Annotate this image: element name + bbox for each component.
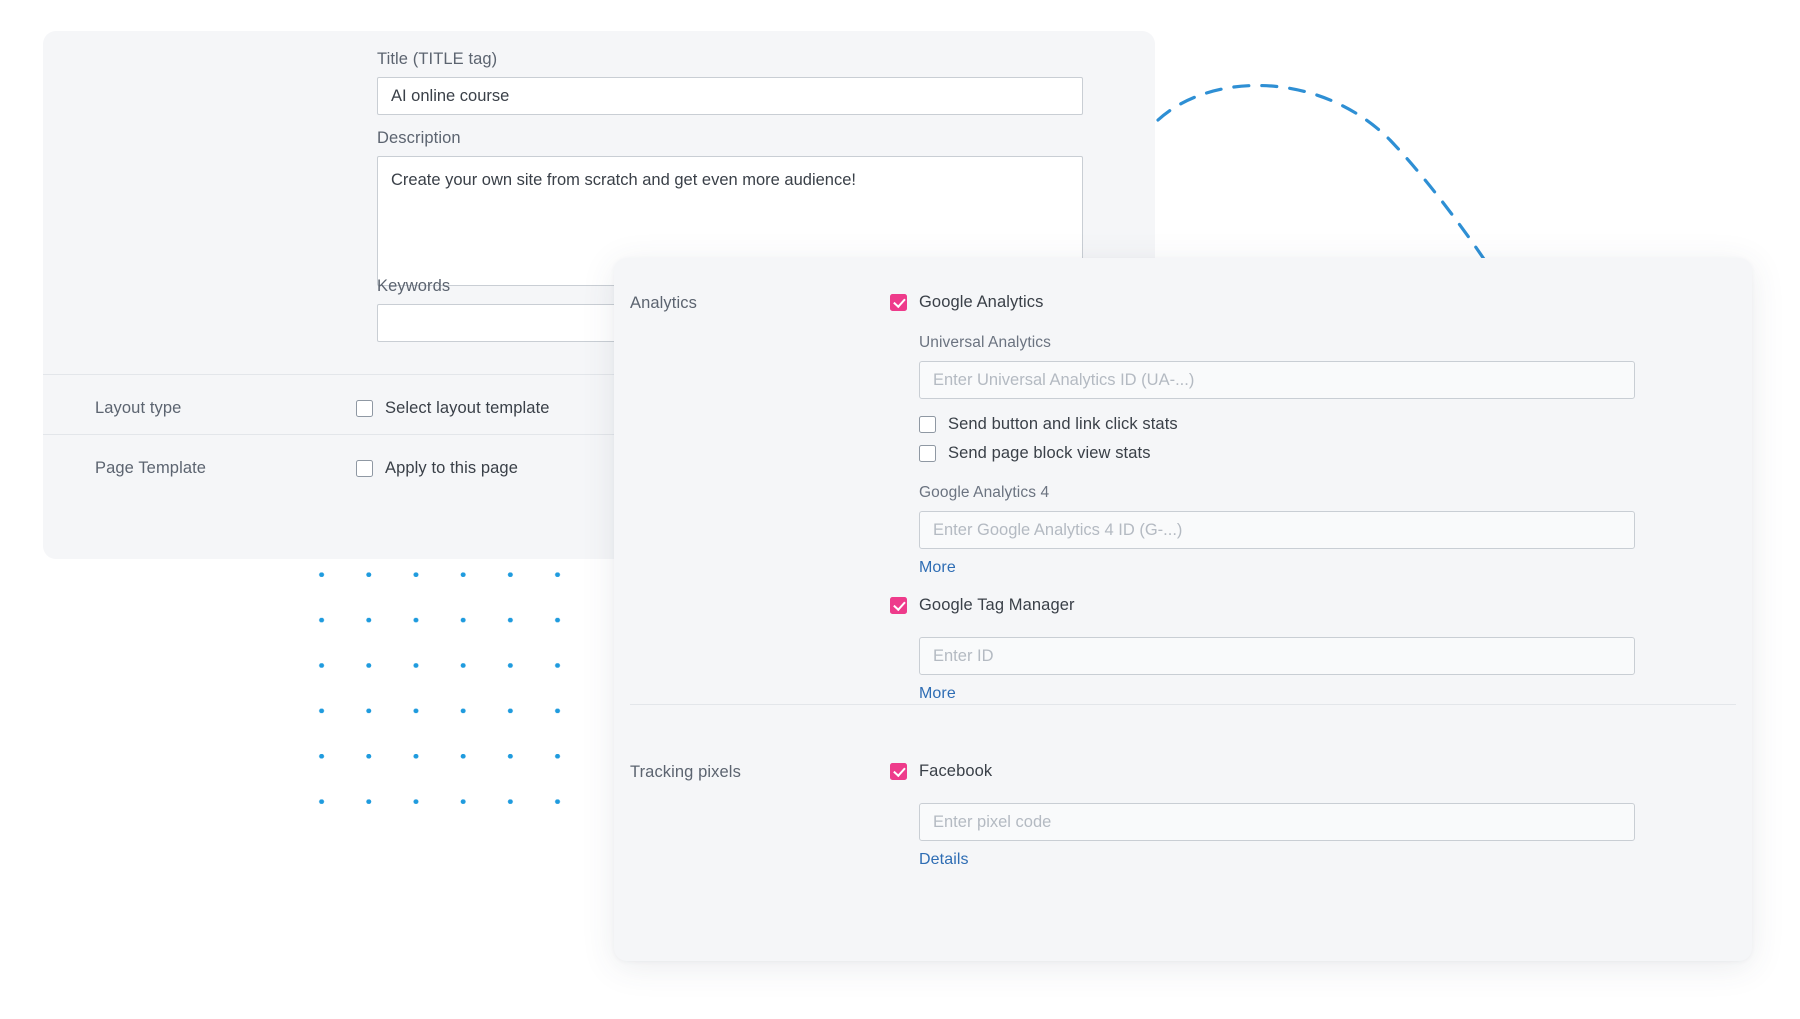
google-tag-manager-id-input[interactable]	[919, 637, 1635, 675]
dashed-arc-decoration	[1140, 60, 1520, 290]
google-tag-manager-toggle-row[interactable]: Google Tag Manager	[890, 595, 1630, 615]
send-page-block-view-stats-label: Send page block view stats	[948, 444, 1151, 463]
google-tag-manager-group: Google Tag Manager More	[890, 595, 1630, 703]
layout-type-label: Layout type	[95, 399, 181, 418]
send-click-stats-row[interactable]: Send button and link click stats	[919, 413, 1630, 435]
universal-analytics-id-input[interactable]	[919, 361, 1635, 399]
analytics-settings-panel: Analytics Google Analytics Universal Ana…	[614, 258, 1752, 961]
select-layout-template-label: Select layout template	[385, 399, 550, 418]
facebook-details-link[interactable]: Details	[919, 851, 969, 869]
google-analytics-checkbox[interactable]	[890, 294, 907, 311]
send-page-block-view-stats-checkbox[interactable]	[919, 445, 936, 462]
analytics-panel-divider	[630, 704, 1736, 705]
description-field-label: Description	[377, 127, 1083, 149]
apply-to-this-page-label: Apply to this page	[385, 459, 518, 478]
layout-type-control[interactable]: Select layout template	[356, 399, 550, 418]
google-tag-manager-label: Google Tag Manager	[919, 596, 1075, 615]
google-tag-manager-more-link[interactable]: More	[919, 685, 956, 703]
google-analytics-4-label: Google Analytics 4	[919, 484, 1630, 502]
title-field-label: Title (TITLE tag)	[377, 48, 1083, 70]
send-block-view-stats-row[interactable]: Send page block view stats	[919, 442, 1630, 464]
google-analytics-group: Google Analytics Universal Analytics Sen…	[890, 292, 1630, 577]
page-template-control[interactable]: Apply to this page	[356, 459, 518, 478]
google-analytics-label: Google Analytics	[919, 293, 1044, 312]
google-analytics-4-id-input[interactable]	[919, 511, 1635, 549]
title-field-block: Title (TITLE tag)	[377, 48, 1083, 115]
select-layout-template-checkbox[interactable]	[356, 400, 373, 417]
universal-analytics-label: Universal Analytics	[919, 334, 1630, 352]
tracking-pixels-section-label: Tracking pixels	[630, 763, 741, 782]
google-analytics-more-link[interactable]: More	[919, 559, 956, 577]
google-analytics-toggle-row[interactable]: Google Analytics	[890, 292, 1630, 312]
facebook-checkbox[interactable]	[890, 763, 907, 780]
apply-to-this-page-checkbox[interactable]	[356, 460, 373, 477]
screen-root: Title (TITLE tag) Description Keywords L…	[0, 0, 1800, 1019]
dot-grid-decoration	[298, 552, 598, 837]
facebook-pixel-group: Facebook Details	[890, 761, 1630, 869]
send-button-link-click-stats-checkbox[interactable]	[919, 416, 936, 433]
facebook-pixel-code-input[interactable]	[919, 803, 1635, 841]
facebook-label: Facebook	[919, 762, 992, 781]
send-button-link-click-stats-label: Send button and link click stats	[948, 415, 1178, 434]
analytics-section-label: Analytics	[630, 294, 697, 313]
google-tag-manager-checkbox[interactable]	[890, 597, 907, 614]
title-input[interactable]	[377, 77, 1083, 115]
facebook-toggle-row[interactable]: Facebook	[890, 761, 1630, 781]
page-template-label: Page Template	[95, 459, 206, 478]
